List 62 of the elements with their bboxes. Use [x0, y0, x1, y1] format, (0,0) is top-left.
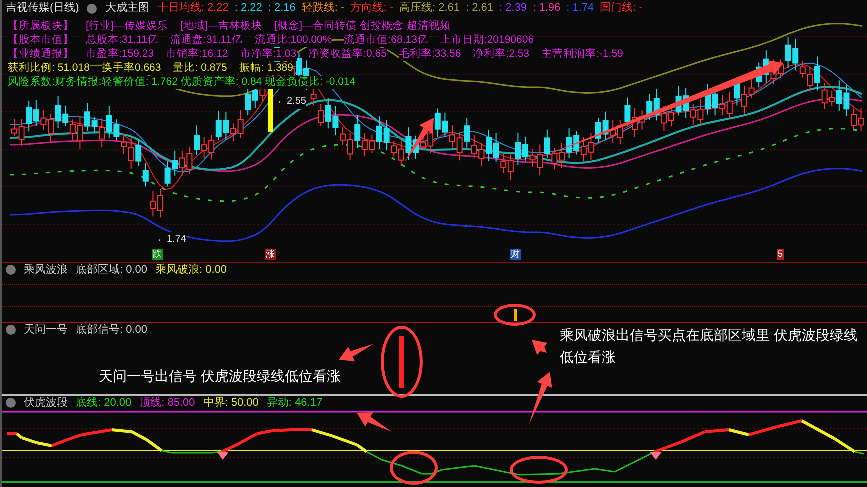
- indicator-value: : 2.22: [234, 1, 262, 16]
- info-text: 毛利率:33.56: [398, 48, 462, 61]
- chart-title: 吉视传媒(日线): [6, 1, 80, 16]
- circle-mark: [510, 456, 568, 484]
- indicator-value: 顶线: 85.00: [140, 396, 196, 410]
- panel-title: 伏虎波段: [24, 396, 68, 410]
- signal-marker: 财: [510, 249, 521, 260]
- info-text: [概念]—合同转债 创投概念 超清视频: [274, 20, 451, 33]
- indicator-value: 国门线: -: [600, 0, 643, 16]
- collapse-icon[interactable]: [6, 325, 16, 335]
- info-text: [地域]—吉林板块: [180, 20, 263, 33]
- indicator-value: : 2.39: [500, 1, 528, 16]
- indicator-value: 乘风破浪: 0.00: [156, 263, 228, 277]
- collapse-icon[interactable]: [6, 398, 16, 408]
- indicator-value: 底部信号: 0.00: [76, 323, 148, 337]
- info-text: 【股本市值】: [8, 34, 74, 47]
- panel-title: 天问一号: [24, 323, 68, 337]
- indicator-value: 高压线: 2.61: [399, 0, 460, 16]
- collapse-icon[interactable]: [6, 265, 16, 275]
- info-text: 市销率:16.12: [166, 48, 228, 61]
- highlighted-candle: [268, 88, 273, 132]
- indicator-value: 异动: 46.17: [266, 396, 323, 410]
- annotation-text: 天问一号出信号 伏虎波段绿线低位看涨: [99, 367, 341, 386]
- info-text: [行业]—传媒娱乐: [86, 20, 168, 33]
- indicator-name: 大成主图: [105, 0, 150, 16]
- indicator-value: 方向线: -: [350, 0, 394, 16]
- info-text: 获利比例: 51.018: [8, 62, 90, 75]
- circle-mark: [494, 304, 536, 326]
- info-text: 流通比:100.00%: [254, 34, 332, 47]
- indicator-value: 十日均线: 2.22: [157, 1, 229, 16]
- info-text: 市净率:1.03: [240, 48, 297, 61]
- info-text: 振幅: 1.389: [239, 62, 294, 75]
- info-text: 净利率:2.53: [473, 48, 530, 61]
- price-label: ←2.55: [277, 94, 306, 109]
- circle-mark: [381, 326, 423, 398]
- signal-bar: [514, 309, 517, 321]
- info-text: 净资收益率:0.65: [308, 48, 387, 61]
- info-text: 流通盘:31.11亿: [170, 34, 243, 47]
- indicator-value: 中界: 50.00: [203, 396, 259, 410]
- info-text: 换手率0.663: [102, 62, 162, 75]
- panel-title: 乘风波浪: [24, 263, 68, 277]
- circle-mark: [390, 451, 438, 485]
- indicator-value: 底部区域: 0.00: [76, 263, 148, 277]
- indicator-value: : 1.96: [533, 1, 561, 16]
- signal-marker: 跌: [152, 249, 163, 260]
- indicator-value: : 1.74: [566, 1, 594, 16]
- info-text: 总股本:31.11亿: [86, 34, 158, 47]
- signal-marker: 5: [777, 249, 784, 260]
- indicator-value: : 2.61: [466, 1, 494, 16]
- info-text: 主营利润率:-1.59: [542, 48, 624, 61]
- collapse-icon[interactable]: [87, 4, 98, 14]
- indicator-value: 底线: 20.00: [76, 396, 132, 410]
- info-text: 上市日期:20190606: [440, 34, 534, 47]
- info-text: 量比: 0.875: [173, 62, 228, 75]
- indicator-value: 轻跌线: -: [302, 1, 345, 16]
- signal-bar: [399, 336, 404, 388]
- info-text: 市盈率:159.23: [86, 48, 154, 61]
- indicator-value: : 2.16: [268, 1, 296, 16]
- info-text: 流通市值:68.13亿: [344, 34, 428, 47]
- annotation-text: 乘风破浪出信号买点在底部区域里 伏虎波段绿线低位看涨: [560, 326, 859, 367]
- info-text: 风险系数:财务情报:轻警价值: 1.762 优质资产率: 0.84 现金负债比: -0.014: [8, 76, 356, 89]
- signal-marker: 涨: [265, 249, 276, 260]
